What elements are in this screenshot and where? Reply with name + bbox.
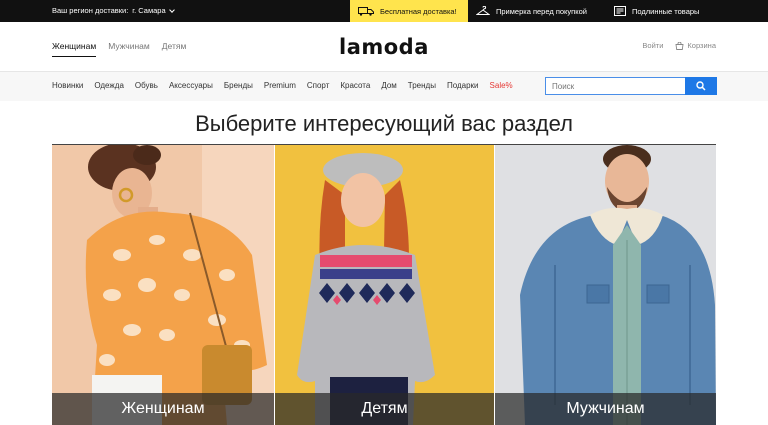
search-button[interactable] — [685, 77, 717, 95]
nav-items: Новинки Одежда Обувь Аксессуары Бренды P… — [52, 81, 513, 90]
kids-model-image — [275, 145, 494, 425]
women-model-image — [52, 145, 274, 425]
hanger-icon — [476, 6, 490, 15]
search-input[interactable] — [545, 77, 685, 95]
certificate-icon — [614, 5, 626, 16]
promo-original-goods[interactable]: Подлинные товары — [614, 0, 699, 22]
nav-item-trends[interactable]: Тренды — [408, 81, 436, 90]
chevron-down-icon — [168, 6, 175, 13]
promo-fitting[interactable]: Примерка перед покупкой — [476, 0, 587, 22]
promo-label: Примерка перед покупкой — [496, 6, 587, 16]
tab-kids[interactable]: Детям — [162, 41, 187, 57]
search-icon — [696, 81, 706, 91]
search-bar — [545, 77, 717, 95]
site-header: Женщинам Мужчинам Детям lamoda Войти Кор… — [0, 22, 768, 72]
promo-label: Бесплатная доставка! — [380, 6, 457, 16]
page-title: Выберите интересующий вас раздел — [195, 111, 573, 136]
nav-item-home[interactable]: Дом — [381, 81, 396, 90]
category-label-bar: Детям — [275, 393, 494, 425]
gender-tabs: Женщинам Мужчинам Детям — [52, 41, 186, 57]
tab-men[interactable]: Мужчинам — [108, 41, 150, 57]
nav-item-premium[interactable]: Premium — [264, 81, 296, 90]
lamoda-logo[interactable]: lamoda — [339, 35, 429, 59]
nav-item-sale[interactable]: Sale% — [490, 81, 513, 90]
top-bar: Ваш регион доставки: г. Самара Бесплатна… — [0, 0, 768, 22]
cart-icon — [675, 41, 684, 50]
category-card-kids[interactable]: Детям — [274, 145, 495, 425]
truck-icon — [358, 6, 374, 16]
nav-item-gifts[interactable]: Подарки — [447, 81, 479, 90]
login-link[interactable]: Войти — [642, 41, 663, 50]
category-cards: Женщинам Детям Мужчинам — [52, 145, 716, 425]
cart-label: Корзина — [687, 41, 716, 50]
header-actions: Войти Корзина — [642, 41, 716, 50]
men-model-image — [495, 145, 716, 425]
tab-women[interactable]: Женщинам — [52, 41, 97, 57]
category-nav: Новинки Одежда Обувь Аксессуары Бренды P… — [0, 72, 768, 101]
region-label: Ваш регион доставки: — [52, 6, 129, 15]
nav-item-new[interactable]: Новинки — [52, 81, 83, 90]
category-card-men[interactable]: Мужчинам — [495, 145, 716, 425]
category-label: Женщинам — [121, 400, 205, 417]
category-label-bar: Женщинам — [52, 393, 274, 425]
region-city: г. Самара — [132, 6, 166, 15]
nav-item-accessories[interactable]: Аксессуары — [169, 81, 213, 90]
category-label: Детям — [361, 400, 408, 417]
nav-item-shoes[interactable]: Обувь — [135, 81, 158, 90]
region-city-selector[interactable]: г. Самара — [132, 6, 175, 15]
promo-label: Подлинные товары — [632, 6, 700, 16]
nav-item-sport[interactable]: Спорт — [307, 81, 330, 90]
nav-item-beauty[interactable]: Красота — [340, 81, 370, 90]
category-card-women[interactable]: Женщинам — [52, 145, 274, 425]
category-label-bar: Мужчинам — [495, 393, 716, 425]
cart-link[interactable]: Корзина — [675, 41, 716, 50]
nav-item-clothes[interactable]: Одежда — [94, 81, 124, 90]
nav-item-brands[interactable]: Бренды — [224, 81, 253, 90]
category-label: Мужчинам — [566, 400, 645, 417]
delivery-region: Ваш регион доставки: г. Самара — [52, 6, 175, 15]
promo-free-delivery[interactable]: Бесплатная доставка! — [350, 0, 468, 22]
